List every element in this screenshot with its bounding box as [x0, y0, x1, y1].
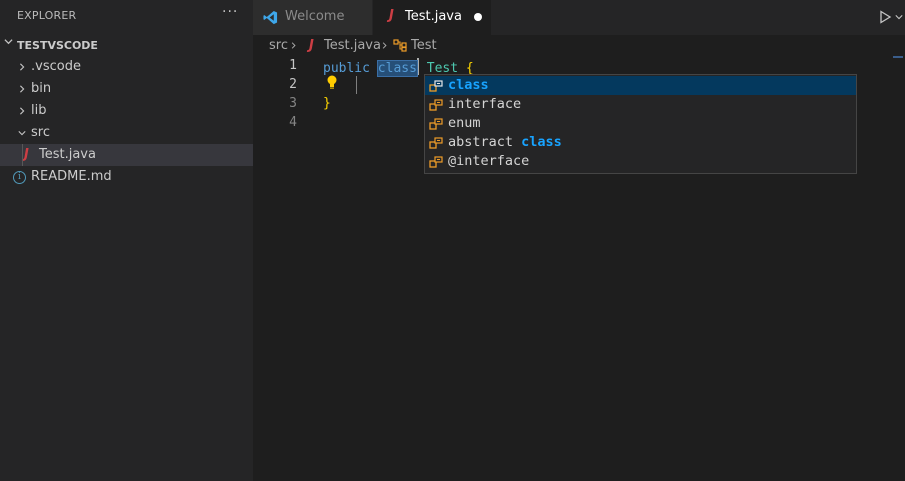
minimap-marker: [893, 56, 903, 58]
info-icon: i: [13, 171, 26, 184]
suggestion-label: class: [448, 77, 489, 93]
tree-item-label: bin: [31, 81, 52, 96]
explorer-title: EXPLORER: [17, 9, 77, 22]
breadcrumb-folder[interactable]: src: [269, 38, 288, 53]
breadcrumb: src J Test.java Test: [253, 35, 905, 57]
tab-test-java[interactable]: J Test.java: [373, 0, 491, 35]
run-icon[interactable]: [878, 10, 892, 24]
code-line-3: }: [323, 96, 331, 111]
suggestion-item[interactable]: @interface: [425, 152, 856, 171]
suggestion-item[interactable]: abstract class: [425, 133, 856, 152]
class-symbol-icon: [393, 39, 407, 52]
indent-guide: [356, 76, 357, 94]
keyword-snippet-icon: [429, 137, 443, 149]
breadcrumb-file[interactable]: Test.java: [324, 38, 381, 53]
breadcrumb-symbol[interactable]: Test: [411, 38, 437, 53]
tab-label: Test.java: [405, 9, 462, 24]
selected-token: class: [376, 60, 418, 77]
tab-bar: Welcome J Test.java: [253, 0, 905, 35]
tree-item-readme[interactable]: README.md: [0, 166, 253, 188]
tab-welcome[interactable]: Welcome: [253, 0, 372, 35]
line-number: 3: [289, 96, 297, 111]
line-number: 2: [289, 77, 297, 92]
explorer-sidebar: EXPLORER ··· TESTVSCODE .vscode bin lib …: [0, 0, 253, 481]
chevron-right-icon: [291, 42, 296, 49]
keyword-snippet-icon: [429, 156, 443, 168]
line-number: 1: [289, 58, 297, 73]
java-file-icon: J: [24, 147, 29, 162]
workspace-name: TESTVSCODE: [17, 39, 98, 52]
keyword-snippet-icon: [429, 118, 443, 130]
tree-item-test-java[interactable]: J Test.java: [0, 144, 253, 166]
chevron-right-icon: [20, 63, 25, 71]
tree-item-vscode[interactable]: .vscode: [0, 56, 253, 78]
chevron-right-icon: [20, 85, 25, 93]
tree-item-label: lib: [31, 103, 47, 118]
lightbulb-icon[interactable]: [326, 75, 338, 89]
unsaved-dot-icon[interactable]: [474, 13, 482, 21]
line-number: 4: [289, 115, 297, 130]
brace-token: }: [323, 96, 331, 111]
suggestion-label: abstract class: [448, 134, 562, 150]
tree-item-bin[interactable]: bin: [0, 78, 253, 100]
java-file-icon: J: [389, 8, 394, 23]
suggestion-item[interactable]: interface: [425, 95, 856, 114]
suggest-widget: class interface enum abstract class @int…: [424, 74, 857, 174]
tree-item-label: Test.java: [39, 147, 96, 162]
chevron-down-icon: [4, 39, 13, 45]
chevron-down-icon: [18, 131, 26, 136]
tree-item-src[interactable]: src: [0, 122, 253, 144]
tree-item-label: README.md: [31, 169, 112, 184]
workspace-section-header[interactable]: TESTVSCODE: [0, 35, 253, 55]
chevron-right-icon: [382, 42, 387, 49]
chevron-right-icon: [20, 107, 25, 115]
java-file-icon: J: [309, 38, 314, 53]
vscode-icon: [263, 10, 278, 25]
tree-item-label: .vscode: [31, 59, 81, 74]
tree-item-label: src: [31, 125, 50, 140]
suggestion-label: enum: [448, 115, 481, 131]
suggestion-label: @interface: [448, 153, 530, 169]
keyword-snippet-icon: [429, 80, 443, 92]
suggestion-item[interactable]: class: [425, 76, 856, 95]
tab-label: Welcome: [285, 9, 345, 24]
more-actions-icon[interactable]: ···: [222, 4, 238, 20]
suggestion-item[interactable]: enum: [425, 114, 856, 133]
keyword-snippet-icon: [429, 99, 443, 111]
suggestion-label: interface: [448, 96, 522, 112]
keyword-token: public: [323, 61, 370, 76]
indent-guide: [22, 144, 23, 166]
chevron-down-icon[interactable]: [895, 13, 903, 21]
tree-item-lib[interactable]: lib: [0, 100, 253, 122]
